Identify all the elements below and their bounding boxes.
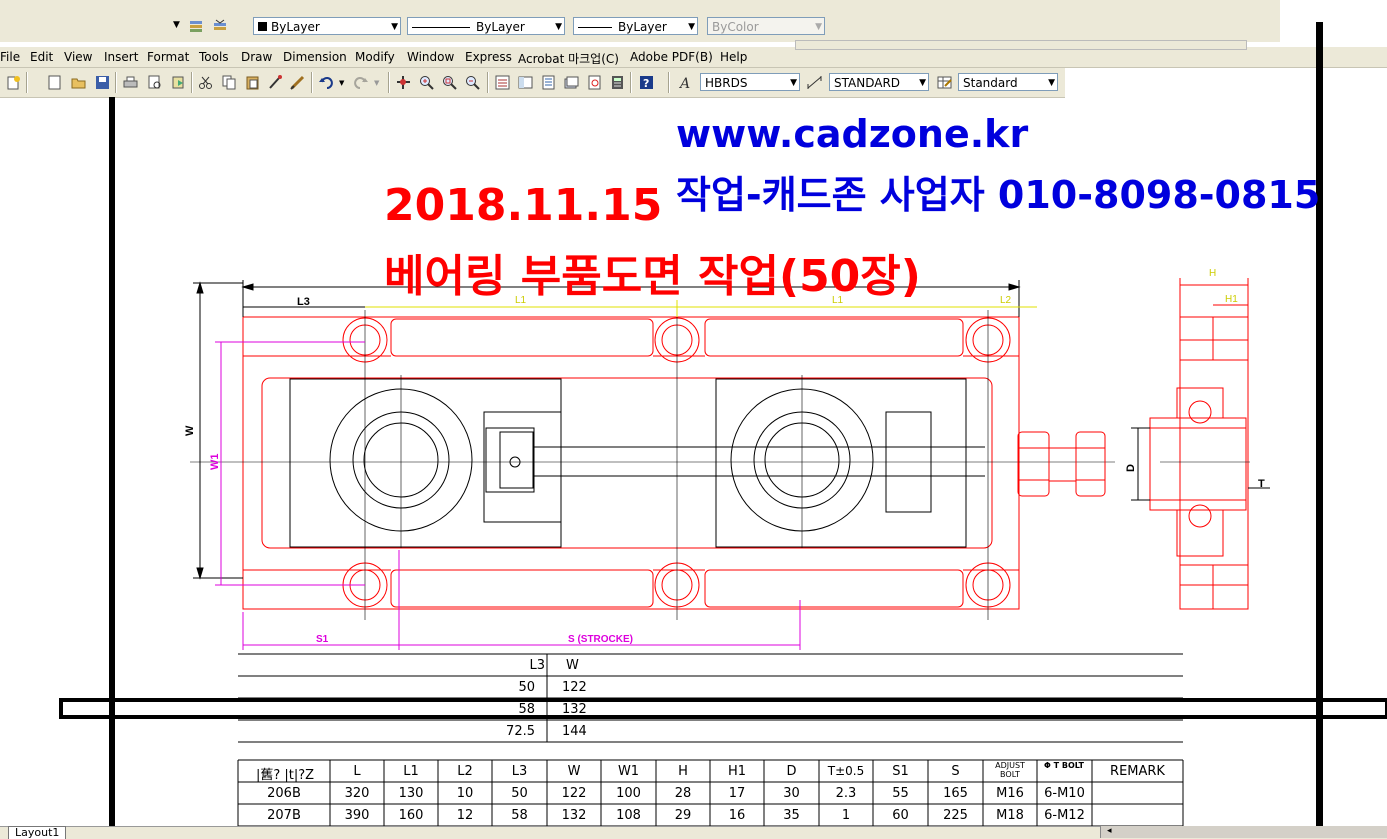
table2-cell: M16 bbox=[996, 786, 1024, 801]
table2-cell: 160 bbox=[398, 808, 424, 823]
banner-date: 2018.11.15 bbox=[384, 180, 663, 231]
tab-layout1[interactable]: Layout1 bbox=[8, 826, 67, 839]
inner-frame bbox=[261, 377, 993, 549]
dim-l2-label: L2 bbox=[1000, 295, 1012, 306]
table2-cell: 390 bbox=[344, 808, 370, 823]
dim-s-label: S (STROCKE) bbox=[568, 634, 633, 645]
table2-header: W bbox=[567, 764, 581, 779]
table2-header: S bbox=[951, 764, 960, 779]
dim-l3-label: L3 bbox=[297, 296, 310, 308]
table2-header: L1 bbox=[403, 764, 419, 779]
table1-cell: 144 bbox=[562, 724, 587, 739]
table2-cell: 225 bbox=[943, 808, 968, 823]
dim-d-label: D bbox=[1125, 464, 1137, 472]
table1-cell: 72.5 bbox=[506, 724, 535, 739]
scroll-left-icon[interactable]: ◂ bbox=[1107, 826, 1112, 836]
table2-cell: 132 bbox=[561, 808, 587, 823]
table2-cell: 29 bbox=[674, 808, 692, 823]
table2-cell: 12 bbox=[456, 808, 474, 823]
table2-cell: 6-M12 bbox=[1044, 808, 1085, 823]
table2-header: Φ T BOLT bbox=[1044, 761, 1084, 770]
layout-tab-strip: Layout1 ◂ bbox=[0, 826, 1387, 839]
table1-header-l3: L3 bbox=[529, 658, 545, 673]
table2-header: L3 bbox=[511, 764, 528, 779]
table2-cell: 108 bbox=[616, 808, 641, 823]
horizontal-scrollbar[interactable]: ◂ bbox=[1100, 826, 1387, 838]
table2-header: S1 bbox=[892, 764, 909, 779]
table2-cell: 17 bbox=[728, 786, 746, 801]
table2-cell: 165 bbox=[943, 786, 968, 801]
table2-cell: 28 bbox=[674, 786, 692, 801]
table2-cell: 16 bbox=[728, 808, 746, 823]
table2-header: T±0.5 bbox=[827, 764, 865, 778]
table2-header: H bbox=[678, 764, 688, 779]
markup-line-left bbox=[109, 97, 115, 838]
table2-header: H1 bbox=[727, 764, 747, 779]
highlight-box bbox=[59, 698, 1387, 719]
table2-header: ADJUST BOLT bbox=[995, 761, 1025, 779]
banner-subtitle: 베어링 부품도면 작업(50장) bbox=[384, 251, 921, 302]
table2-cell: 6-M10 bbox=[1044, 786, 1085, 801]
table1-cell: 132 bbox=[562, 702, 587, 717]
table2-header: L2 bbox=[457, 764, 473, 779]
dim-h1-label: H1 bbox=[1225, 294, 1238, 305]
dim-w-label: W bbox=[184, 425, 196, 436]
table2-header: W1 bbox=[617, 764, 640, 779]
table2-cell: 1 bbox=[841, 808, 851, 823]
table1-cell: 58 bbox=[518, 702, 535, 717]
table1-header-w: W bbox=[566, 658, 579, 673]
table2-cell: 122 bbox=[561, 786, 587, 801]
table2-cell: 35 bbox=[783, 808, 800, 823]
dim-s1-label: S1 bbox=[316, 634, 329, 645]
table2-cell: 30 bbox=[783, 786, 800, 801]
table2-cell: 207B bbox=[267, 808, 301, 823]
table2-cell: 55 bbox=[892, 786, 909, 801]
table2-cell: 10 bbox=[456, 786, 474, 801]
table1-cell: 50 bbox=[518, 680, 535, 695]
table1-cell: 122 bbox=[562, 680, 587, 695]
table2-header: L bbox=[353, 764, 361, 779]
table2-cell: 130 bbox=[398, 786, 424, 801]
table2-header-remark: REMARK bbox=[1110, 764, 1165, 779]
table2-header: D bbox=[786, 764, 797, 779]
dim-w1-label: W1 bbox=[209, 454, 221, 471]
bottom-slot-right bbox=[704, 569, 964, 608]
dim-h-label: H bbox=[1209, 268, 1216, 279]
table2-cell: 320 bbox=[344, 786, 370, 801]
table2-cell: 50 bbox=[511, 786, 528, 801]
markup-line-right bbox=[1316, 22, 1323, 838]
table2-cell: 206B bbox=[267, 786, 301, 801]
table2-cell: 58 bbox=[511, 808, 528, 823]
bottom-slot-left bbox=[390, 569, 654, 608]
table2-header-type: |舊? |t|?Z bbox=[255, 768, 315, 783]
table2-cell: 2.3 bbox=[835, 786, 857, 801]
top-slot-right bbox=[704, 318, 964, 357]
table2-cell: 60 bbox=[892, 808, 909, 823]
banner-contact: 작업-캐드존 사업자 010-8098-0815 bbox=[676, 173, 1321, 217]
table2-cell: 100 bbox=[616, 786, 641, 801]
dim-t-label: T bbox=[1258, 478, 1265, 490]
banner-url: www.cadzone.kr bbox=[676, 112, 1029, 156]
table2-cell: M18 bbox=[996, 808, 1024, 823]
top-slot-left bbox=[390, 318, 654, 357]
